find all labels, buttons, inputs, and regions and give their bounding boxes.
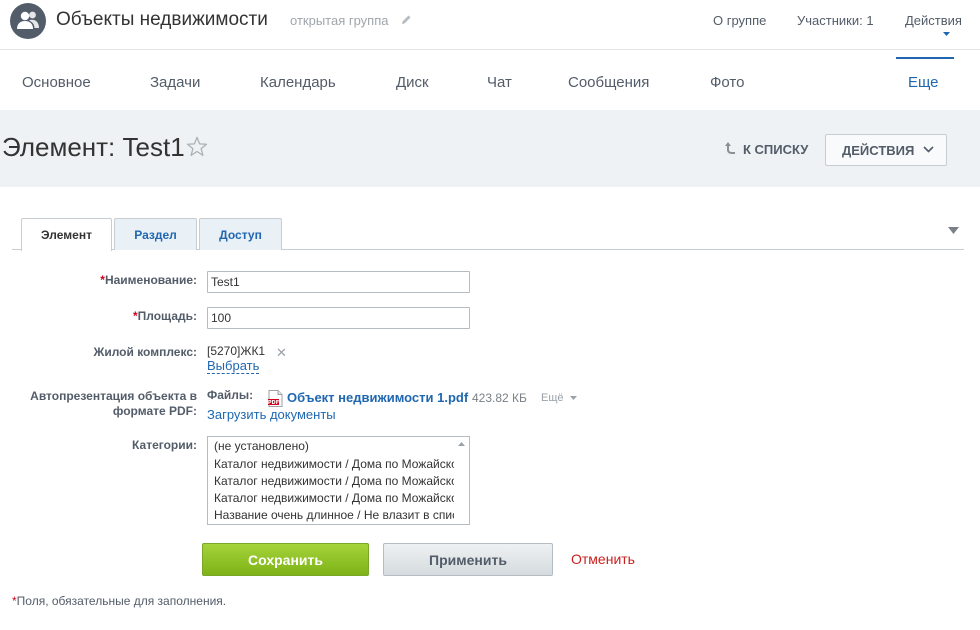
- complex-label: Жилой комплекс:: [93, 345, 197, 359]
- nav-item-chat[interactable]: Чат: [487, 74, 512, 91]
- group-type-label: открытая группа: [290, 13, 389, 28]
- group-avatar[interactable]: [10, 3, 46, 39]
- star-icon[interactable]: [186, 136, 208, 157]
- group-users-icon: [17, 11, 39, 29]
- actions-button-label: ДЕЙСТВИЯ: [842, 143, 915, 158]
- apply-button[interactable]: Применить: [383, 543, 553, 576]
- nav-item-messages[interactable]: Сообщения: [568, 74, 649, 91]
- chevron-down-icon: [923, 146, 934, 153]
- tab-access[interactable]: Доступ: [199, 218, 282, 250]
- group-header: Объекты недвижимости открытая группа О г…: [0, 0, 980, 50]
- tab-element-label: Элемент: [41, 228, 92, 242]
- collapse-triangle-icon[interactable]: [948, 227, 959, 234]
- pdf-label-line1: Автопрезентация объекта в: [30, 389, 197, 403]
- files-label: Файлы:: [207, 388, 254, 402]
- members-link[interactable]: Участники: 1: [797, 13, 874, 28]
- scroll-up-icon[interactable]: [458, 442, 465, 446]
- back-to-list-link[interactable]: К списку: [743, 142, 808, 157]
- area-input[interactable]: [207, 307, 470, 329]
- svg-text:PDF: PDF: [268, 400, 279, 406]
- back-arrow-icon[interactable]: [724, 141, 736, 155]
- about-group-link[interactable]: О группе: [713, 13, 766, 28]
- tab-access-label: Доступ: [219, 228, 262, 242]
- nav-item-tasks[interactable]: Задачи: [150, 74, 200, 91]
- pdf-file-icon: PDF: [268, 390, 283, 407]
- actions-button[interactable]: ДЕЙСТВИЯ: [825, 134, 947, 166]
- group-nav: Основное Задачи Календарь Диск Чат Сообщ…: [0, 50, 980, 110]
- page-title: Элемент: Test1: [2, 132, 185, 162]
- pdf-label-line2: формате PDF:: [112, 404, 197, 418]
- nav-item-photo[interactable]: Фото: [710, 74, 744, 91]
- cancel-link[interactable]: Отменить: [571, 551, 635, 567]
- save-button-label: Сохранить: [248, 552, 323, 568]
- area-label: *Площадь:: [132, 309, 197, 323]
- save-button[interactable]: Сохранить: [202, 543, 369, 576]
- listbox-scrollbar[interactable]: [454, 437, 469, 524]
- categories-label: Категории:: [132, 438, 197, 452]
- list-item[interactable]: Каталог недвижимости / Дома по Можайском…: [214, 474, 454, 488]
- file-more-menu[interactable]: Ещё: [541, 392, 577, 404]
- nav-item-main[interactable]: Основное: [22, 74, 91, 91]
- nav-item-more[interactable]: Еще: [908, 74, 939, 91]
- name-input[interactable]: [207, 271, 470, 293]
- pdf-file-link[interactable]: Объект недвижимости 1.pdf: [287, 390, 468, 405]
- caret-down-icon: [943, 32, 950, 36]
- tab-section[interactable]: Раздел: [114, 218, 197, 250]
- remove-icon[interactable]: ✕: [276, 345, 287, 361]
- caret-down-icon: [569, 396, 577, 401]
- complex-select-link[interactable]: Выбрать: [207, 358, 260, 374]
- list-item[interactable]: Название очень длинное / Не влазит в спи…: [214, 508, 454, 522]
- nav-item-calendar[interactable]: Календарь: [260, 74, 336, 91]
- nav-active-underline: [896, 57, 954, 59]
- complex-value: [5270]ЖК1: [207, 344, 266, 358]
- list-item[interactable]: (не установлено): [214, 439, 454, 453]
- tab-element[interactable]: Элемент: [21, 218, 112, 251]
- required-footnote: *Поля, обязательные для заполнения.: [12, 594, 227, 608]
- list-item[interactable]: Каталог недвижимости / Дома по Можайском…: [214, 491, 454, 505]
- tab-section-label: Раздел: [134, 228, 177, 242]
- group-actions-link[interactable]: Действия: [905, 13, 962, 28]
- list-item[interactable]: Каталог недвижимости / Дома по Можайском…: [214, 457, 454, 471]
- apply-button-label: Применить: [429, 552, 507, 568]
- name-label: *Наименование:: [100, 273, 197, 287]
- nav-item-disk[interactable]: Диск: [396, 74, 429, 91]
- categories-listbox[interactable]: (не установлено) Каталог недвижимости / …: [207, 436, 470, 525]
- group-title[interactable]: Объекты недвижимости: [56, 9, 268, 31]
- file-size: 423.82 КБ: [472, 391, 527, 405]
- upload-documents-link[interactable]: Загрузить документы: [207, 407, 336, 422]
- pencil-icon[interactable]: [401, 14, 412, 25]
